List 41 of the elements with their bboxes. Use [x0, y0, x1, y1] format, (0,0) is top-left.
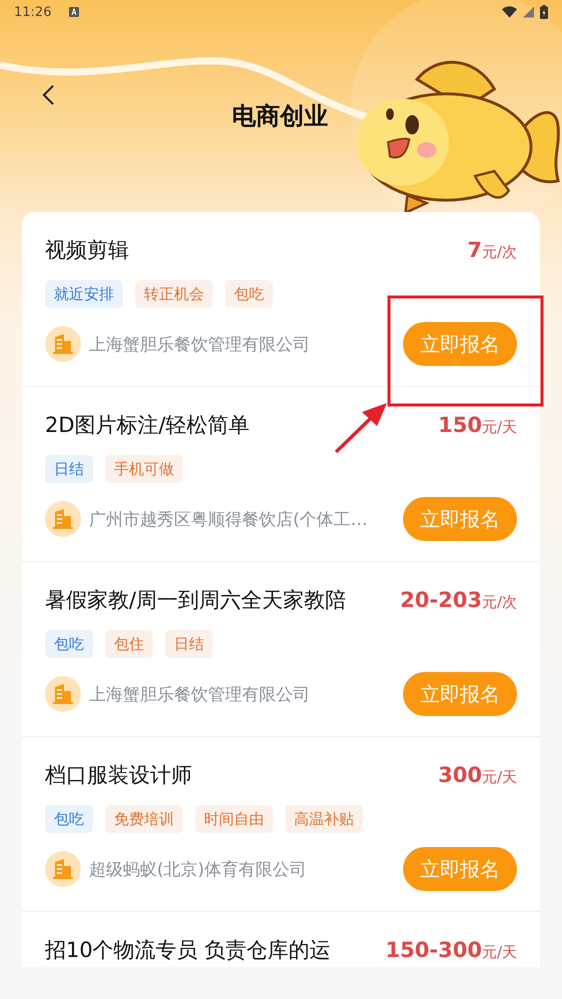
company-name: 超级蚂蚁(北京)体育有限公司 — [89, 858, 308, 880]
job-tag: 包吃 — [45, 805, 93, 833]
company-name: 广州市越秀区粤顺得餐饮店(个体工… — [89, 508, 369, 530]
job-tag: 日结 — [45, 455, 93, 483]
job-title: 视频剪辑 — [45, 237, 129, 264]
company-name: 上海蟹胆乐餐饮管理有限公司 — [89, 684, 311, 706]
apply-button[interactable]: 立即报名 — [403, 672, 517, 716]
job-tag: 转正机会 — [135, 280, 213, 308]
company-name: 上海蟹胆乐餐饮管理有限公司 — [89, 334, 311, 356]
building-icon — [45, 676, 81, 712]
job-title: 暑假家教/周一到周六全天家教陪 — [45, 587, 346, 614]
job-tag: 包吃 — [45, 630, 93, 658]
building-icon — [45, 851, 81, 887]
job-pay: 300元/天 — [438, 763, 517, 787]
building-icon — [45, 326, 81, 362]
wifi-icon — [502, 6, 517, 18]
battery-icon — [540, 5, 548, 19]
status-time: 11:26 — [14, 4, 52, 20]
signal-icon — [523, 6, 534, 18]
notification-icon — [69, 7, 80, 17]
job-tag: 免费培训 — [105, 805, 183, 833]
job-tag: 时间自由 — [195, 805, 273, 833]
job-tag: 手机可做 — [105, 455, 183, 483]
job-pay: 7元/次 — [467, 238, 517, 262]
job-tag: 包住 — [105, 630, 153, 658]
annotation-arrow — [334, 403, 387, 454]
job-title: 2D图片标注/轻松简单 — [45, 412, 250, 439]
job-tag: 日结 — [165, 630, 213, 658]
job-tag: 高温补贴 — [285, 805, 363, 833]
apply-button[interactable]: 立即报名 — [403, 847, 517, 891]
building-icon — [45, 501, 81, 537]
job-pay: 20-203元/次 — [400, 588, 517, 612]
job-pay: 150元/天 — [438, 413, 517, 437]
apply-button[interactable]: 立即报名 — [403, 322, 517, 366]
apply-button[interactable]: 立即报名 — [403, 497, 517, 541]
job-title: 档口服装设计师 — [45, 762, 192, 789]
job-pay: 150-300元/天 — [386, 938, 517, 962]
job-tag: 就近安排 — [45, 280, 123, 308]
job-tag: 包吃 — [225, 280, 273, 308]
job-title: 招10个物流专员 负责仓库的运 — [45, 937, 330, 964]
page-title: 电商创业 — [232, 101, 328, 132]
